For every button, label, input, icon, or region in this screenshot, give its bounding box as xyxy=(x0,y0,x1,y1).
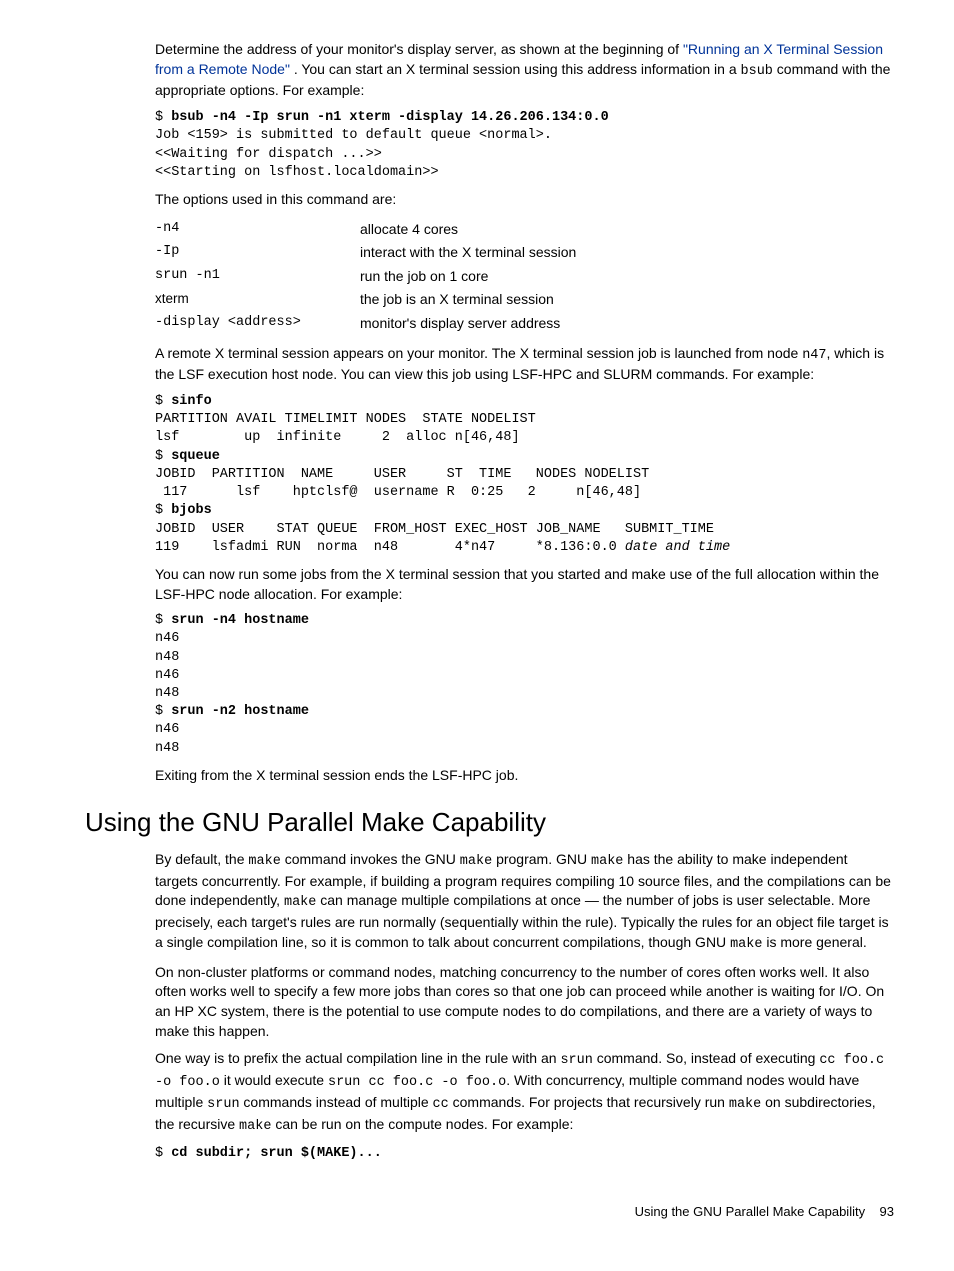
prompt: $ xyxy=(155,704,171,719)
code-make: make xyxy=(591,854,623,869)
code-srun: srun xyxy=(207,1097,239,1112)
output: JOBID USER STAT QUEUE FROM_HOST EXEC_HOS… xyxy=(155,522,714,537)
output: PARTITION AVAIL TIMELIMIT NODES STATE NO… xyxy=(155,412,536,427)
text: commands. For projects that recursively … xyxy=(449,1094,729,1110)
output: 119 lsfadmi RUN norma n48 4*n47 *8.136:0… xyxy=(155,540,625,555)
command: cd subdir; srun $(MAKE)... xyxy=(171,1146,382,1161)
text: Determine the address of your monitor's … xyxy=(155,41,683,57)
prompt: $ xyxy=(155,503,171,518)
text: command invokes the GNU xyxy=(281,851,460,867)
code-srun: srun xyxy=(560,1053,592,1068)
command: sinfo xyxy=(171,394,212,409)
table-row: -Ipinteract with the X terminal session xyxy=(155,241,576,265)
code-make: make xyxy=(239,1119,271,1134)
noncluster-paragraph: On non-cluster platforms or command node… xyxy=(155,963,894,1041)
code-block-info: $ sinfo PARTITION AVAIL TIMELIMIT NODES … xyxy=(155,393,894,557)
output-italic: date and time xyxy=(625,540,730,555)
remote-session-paragraph: A remote X terminal session appears on y… xyxy=(155,344,894,385)
option-desc: monitor's display server address xyxy=(360,312,576,336)
prompt: $ xyxy=(155,110,171,125)
code-make: make xyxy=(730,937,762,952)
code-make: make xyxy=(284,895,316,910)
code-make: make xyxy=(248,854,280,869)
table-row: xtermthe job is an X terminal session xyxy=(155,288,576,312)
text: A remote X terminal session appears on y… xyxy=(155,345,802,361)
srun-prefix-paragraph: One way is to prefix the actual compilat… xyxy=(155,1049,894,1137)
text: By default, the xyxy=(155,851,248,867)
text: is more general. xyxy=(762,934,866,950)
option-name: -Ip xyxy=(155,241,360,265)
page-content: Determine the address of your monitor's … xyxy=(155,40,894,1163)
code-srun-cc: srun cc foo.c -o foo.o xyxy=(328,1075,506,1090)
code-block-cd-subdir: $ cd subdir; srun $(MAKE)... xyxy=(155,1145,894,1163)
code-block-srun: $ srun -n4 hostname n46 n48 n46 n48 $ sr… xyxy=(155,612,894,758)
output: n46 n48 n46 n48 xyxy=(155,631,179,701)
command: bsub -n4 -Ip srun -n1 xterm -display 14.… xyxy=(171,110,608,125)
options-intro: The options used in this command are: xyxy=(155,190,894,210)
option-desc: allocate 4 cores xyxy=(360,218,576,242)
page-footer: Using the GNU Parallel Make Capability 9… xyxy=(85,1203,894,1221)
option-name: -n4 xyxy=(155,218,360,242)
command: srun -n4 hostname xyxy=(171,613,309,628)
table-row: srun -n1run the job on 1 core xyxy=(155,265,576,289)
output: 117 lsf hptclsf@ username R 0:25 2 n[46,… xyxy=(155,485,641,500)
make-intro-paragraph: By default, the make command invokes the… xyxy=(155,850,894,955)
output: n46 n48 xyxy=(155,722,179,755)
exiting-paragraph: Exiting from the X terminal session ends… xyxy=(155,766,894,786)
text: can be run on the compute nodes. For exa… xyxy=(271,1116,573,1132)
code-make: make xyxy=(729,1097,761,1112)
option-name: xterm xyxy=(155,288,360,312)
option-name: -display <address> xyxy=(155,312,360,336)
command: bjobs xyxy=(171,503,212,518)
run-jobs-paragraph: You can now run some jobs from the X ter… xyxy=(155,565,894,604)
table-row: -n4allocate 4 cores xyxy=(155,218,576,242)
command: srun -n2 hostname xyxy=(171,704,309,719)
option-desc: the job is an X terminal session xyxy=(360,288,576,312)
option-desc: interact with the X terminal session xyxy=(360,241,576,265)
output: JOBID PARTITION NAME USER ST TIME NODES … xyxy=(155,467,649,482)
text: . You can start an X terminal session us… xyxy=(294,61,741,77)
text: One way is to prefix the actual compilat… xyxy=(155,1050,560,1066)
prompt: $ xyxy=(155,394,171,409)
code-cc: cc xyxy=(433,1097,449,1112)
text: program. GNU xyxy=(492,851,591,867)
prompt: $ xyxy=(155,449,171,464)
command: squeue xyxy=(171,449,220,464)
code-block-bsub: $ bsub -n4 -Ip srun -n1 xterm -display 1… xyxy=(155,109,894,182)
output: Job <159> is submitted to default queue … xyxy=(155,128,552,179)
code-n47: n47 xyxy=(802,348,826,363)
intro-paragraph: Determine the address of your monitor's … xyxy=(155,40,894,101)
prompt: $ xyxy=(155,613,171,628)
options-table: -n4allocate 4 cores -Ipinteract with the… xyxy=(155,218,576,336)
output: lsf up infinite 2 alloc n[46,48] xyxy=(155,430,520,445)
text: it would execute xyxy=(220,1072,328,1088)
code-bsub: bsub xyxy=(741,64,773,79)
text: command. So, instead of executing xyxy=(593,1050,819,1066)
footer-title: Using the GNU Parallel Make Capability xyxy=(635,1204,865,1219)
heading-gnu-parallel-make: Using the GNU Parallel Make Capability xyxy=(85,804,894,840)
prompt: $ xyxy=(155,1146,171,1161)
code-make: make xyxy=(460,854,492,869)
page-number: 93 xyxy=(880,1204,894,1219)
option-name: srun -n1 xyxy=(155,265,360,289)
text: commands instead of multiple xyxy=(240,1094,433,1110)
table-row: -display <address>monitor's display serv… xyxy=(155,312,576,336)
option-desc: run the job on 1 core xyxy=(360,265,576,289)
